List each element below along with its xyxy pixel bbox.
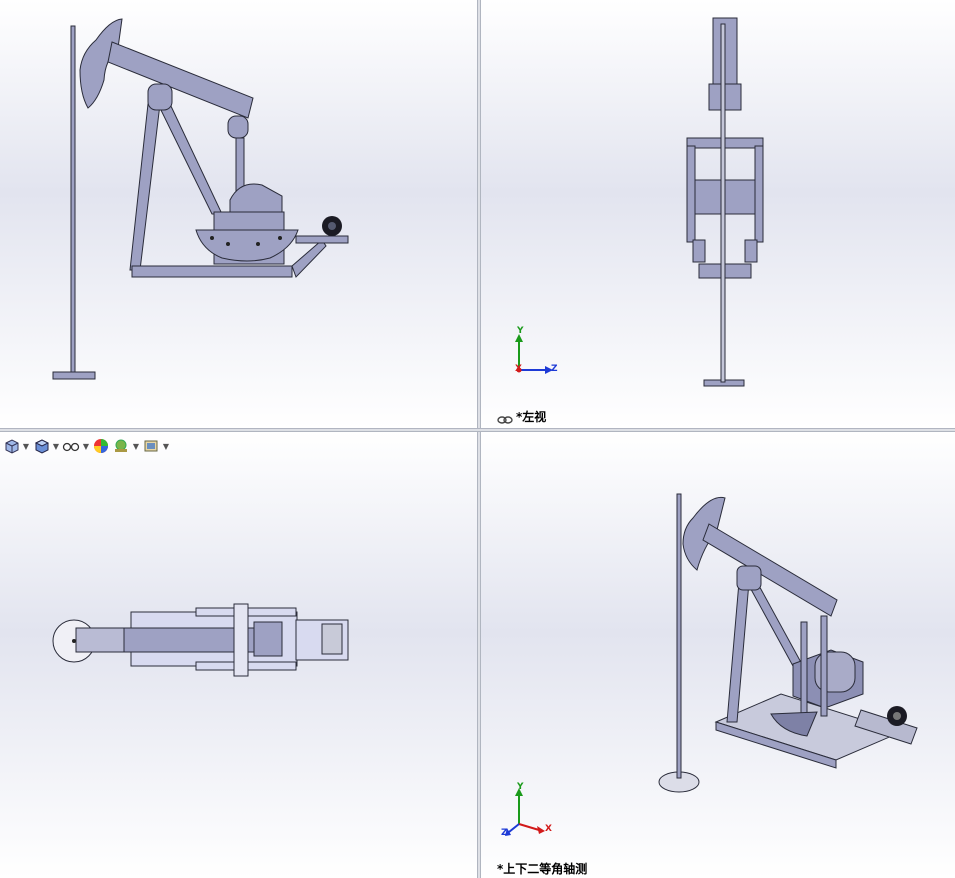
samson-post-front	[129, 103, 161, 271]
viewport-left-view[interactable]: Y Z X *左视	[481, 0, 955, 428]
triad-x-label: X	[515, 364, 522, 374]
pitman-iso-2	[820, 615, 828, 717]
equalizer-bearing	[227, 115, 249, 139]
viewport-splitter-horizontal[interactable]	[0, 428, 955, 432]
motor-top	[321, 623, 343, 655]
center-bearing-iso	[736, 565, 762, 591]
triad-y-label: Y	[517, 782, 524, 792]
counterweight-right	[744, 239, 758, 263]
viewport-label-dimetric: *上下二等角轴测	[497, 862, 588, 876]
viewport-splitter-vertical[interactable]	[477, 0, 481, 878]
pumpjack-front-model[interactable]	[0, 0, 477, 428]
samson-post-rear	[157, 103, 223, 215]
pitman-left	[686, 145, 696, 243]
viewport-dimetric[interactable]: Y Z X *上下二等角轴测	[481, 432, 955, 878]
viewport-top-view[interactable]: ▼ ▼ ▼ ▼ ▼	[0, 432, 477, 878]
equalizer-top	[233, 603, 249, 677]
horse-head-top	[75, 627, 125, 653]
polished-rod	[70, 25, 76, 375]
polished-rod-side	[720, 23, 726, 383]
polished-rod-iso	[676, 493, 682, 779]
samson-post-iso	[726, 581, 750, 723]
triad-z-label: Z	[501, 828, 508, 838]
walking-beam	[107, 41, 254, 119]
coordinate-triad	[505, 788, 545, 836]
motor-platform	[295, 235, 349, 244]
link-view-icon[interactable]	[497, 410, 513, 428]
counterweight-left	[692, 239, 706, 263]
triad-y-label: Y	[517, 326, 524, 336]
center-bearing	[147, 83, 173, 111]
viewport-label-left: *左视	[516, 410, 547, 424]
triad-x-label: X	[545, 824, 552, 834]
pumpjack-iso-model[interactable]	[481, 432, 955, 878]
triad-z-label: Z	[551, 364, 558, 374]
skid-brace	[291, 239, 327, 278]
viewport-front[interactable]	[0, 0, 477, 428]
base-skid	[131, 265, 293, 278]
gearbox-top	[253, 621, 283, 657]
pitman-right	[754, 145, 764, 243]
walking-beam-iso	[702, 523, 838, 617]
pumpjack-top-model[interactable]	[0, 432, 477, 878]
rod-base	[52, 371, 96, 380]
